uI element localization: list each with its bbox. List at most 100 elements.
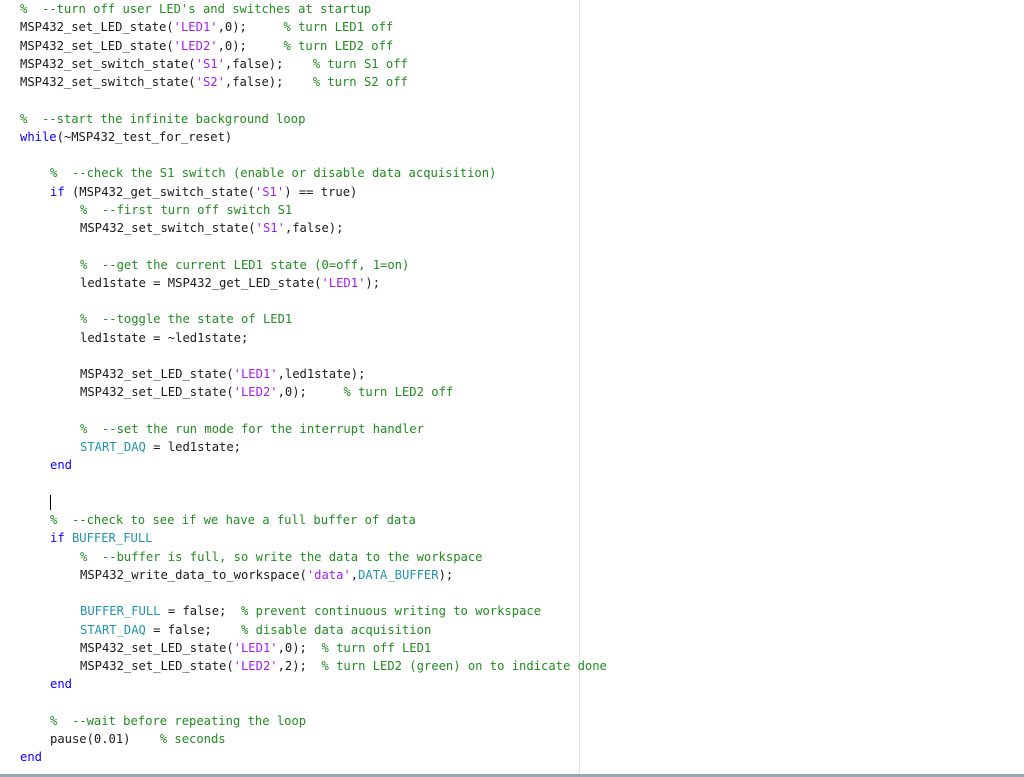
- code-line[interactable]: START_DAQ = false; % disable data acquis…: [80, 621, 431, 639]
- keyword: while: [20, 129, 57, 144]
- code-line[interactable]: START_DAQ = led1state;: [80, 438, 241, 456]
- variable: START_DAQ: [80, 440, 146, 454]
- string-literal: 'LED2': [233, 659, 278, 673]
- code-line[interactable]: MSP432_set_switch_state('S1',false);: [80, 219, 343, 237]
- code-text: (~MSP432_test_for_reset): [56, 129, 233, 144]
- code-line[interactable]: MSP432_set_LED_state('LED1',led1state);: [80, 365, 365, 383]
- code-text: );: [365, 275, 381, 290]
- keyword: end: [50, 458, 72, 473]
- code-line[interactable]: MSP432_set_LED_state('LED1',0); % turn L…: [20, 18, 393, 36]
- code-text: MSP432_set_switch_state(: [80, 221, 256, 235]
- comment: % turn LED2 (green) on to indicate done: [321, 659, 607, 673]
- comment: % turn off LED1: [321, 640, 432, 655]
- code-text: ,0);: [277, 640, 322, 655]
- string-literal: 'LED2': [173, 38, 218, 53]
- comment: % --check the S1 switch (enable or disab…: [50, 166, 497, 181]
- string-literal: 'LED1': [233, 640, 278, 655]
- code-line[interactable]: MSP432_set_switch_state('S2',false); % t…: [20, 73, 408, 91]
- code-text: ,false);: [284, 221, 344, 235]
- code-line[interactable]: end: [50, 675, 72, 693]
- string-literal: 'S2': [195, 75, 225, 89]
- code-line[interactable]: MSP432_set_switch_state('S1',false); % t…: [20, 55, 408, 73]
- variable: DATA_BUFFER: [358, 567, 439, 582]
- comment: % --buffer is full, so write the data to…: [80, 549, 483, 564]
- variable: BUFFER_FULL: [71, 531, 153, 546]
- code-editor[interactable]: % --turn off user LED's and switches at …: [0, 0, 1024, 777]
- string-literal: 'S1': [255, 221, 285, 235]
- code-text: ,false);: [224, 75, 313, 89]
- code-text: ,2);: [277, 659, 322, 673]
- keyword: if: [50, 184, 65, 199]
- code-line[interactable]: end: [20, 748, 42, 766]
- code-line[interactable]: MSP432_write_data_to_workspace('data',DA…: [80, 566, 453, 584]
- string-literal: 'data': [306, 567, 351, 582]
- code-line[interactable]: MSP432_set_LED_state('LED2',2); % turn L…: [80, 657, 607, 675]
- string-literal: 'S1': [254, 184, 285, 199]
- code-text: led1state = ~led1state;: [80, 330, 249, 345]
- code-line[interactable]: % --check to see if we have a full buffe…: [50, 511, 416, 529]
- code-text: ,0);: [217, 20, 284, 35]
- code-line[interactable]: led1state = MSP432_get_LED_state('LED1')…: [80, 274, 380, 292]
- code-text: = led1state;: [145, 440, 241, 454]
- code-text: ,: [350, 567, 359, 582]
- code-line[interactable]: % --buffer is full, so write the data to…: [80, 548, 482, 566]
- code-line[interactable]: % --set the run mode for the interrupt h…: [80, 420, 424, 438]
- code-line[interactable]: % --wait before repeating the loop: [50, 712, 306, 730]
- code-line[interactable]: % --get the current LED1 state (0=off, 1…: [80, 256, 409, 274]
- comment: % turn LED2 off: [343, 385, 454, 400]
- code-text: MSP432_set_LED_state(: [80, 367, 234, 381]
- code-text: ) == true): [284, 184, 358, 199]
- code-text: );: [438, 567, 454, 582]
- code-text: pause(0.01): [50, 732, 160, 746]
- code-text: MSP432_set_LED_state(: [80, 640, 234, 655]
- code-line[interactable]: % --toggle the state of LED1: [80, 310, 292, 328]
- comment: % turn S1 off: [312, 56, 408, 71]
- code-line[interactable]: BUFFER_FULL = false; % prevent continuou…: [80, 602, 541, 620]
- string-literal: 'LED1': [173, 20, 218, 35]
- comment: % --toggle the state of LED1: [80, 312, 293, 327]
- code-text: = false;: [145, 622, 241, 637]
- comment: % --first turn off switch S1: [80, 202, 293, 217]
- code-text: MSP432_set_switch_state(: [20, 56, 196, 71]
- code-line[interactable]: % --turn off user LED's and switches at …: [20, 0, 371, 18]
- code-text: MSP432_set_LED_state(: [20, 20, 174, 35]
- code-text: MSP432_write_data_to_workspace(: [80, 567, 307, 582]
- string-literal: 'LED1': [233, 367, 278, 381]
- code-line[interactable]: end: [50, 456, 72, 474]
- code-text: ,led1state);: [277, 367, 366, 381]
- variable: START_DAQ: [80, 622, 146, 637]
- code-text: ,0);: [277, 385, 344, 400]
- comment: % --turn off user LED's and switches at …: [20, 2, 372, 16]
- code-line[interactable]: MSP432_set_LED_state('LED1',0); % turn o…: [80, 639, 431, 657]
- keyword: end: [20, 750, 42, 765]
- comment: % disable data acquisition: [241, 622, 432, 637]
- code-line[interactable]: MSP432_set_LED_state('LED2',0); % turn L…: [80, 383, 453, 401]
- comment: % --set the run mode for the interrupt h…: [80, 421, 424, 436]
- code-text: (MSP432_get_switch_state(: [64, 184, 255, 199]
- code-line[interactable]: % --start the infinite background loop: [20, 110, 305, 128]
- code-line[interactable]: if BUFFER_FULL: [50, 529, 152, 547]
- code-text: ,false);: [224, 56, 313, 71]
- comment: % --start the infinite background loop: [20, 111, 306, 126]
- variable: BUFFER_FULL: [80, 604, 161, 619]
- code-line[interactable]: % --first turn off switch S1: [80, 201, 292, 219]
- code-text: led1state = MSP432_get_LED_state(: [80, 275, 322, 290]
- code-text: ,0);: [217, 38, 284, 53]
- comment: % prevent continuous writing to workspac…: [241, 604, 542, 619]
- code-line[interactable]: if (MSP432_get_switch_state('S1') == tru…: [50, 183, 357, 201]
- comment: % turn S2 off: [312, 75, 408, 89]
- comment: % turn LED1 off: [283, 20, 394, 35]
- code-text: MSP432_set_switch_state(: [20, 75, 196, 89]
- code-line[interactable]: % --check the S1 switch (enable or disab…: [50, 164, 496, 182]
- code-line[interactable]: pause(0.01) % seconds: [50, 730, 226, 748]
- code-text: MSP432_set_LED_state(: [80, 385, 234, 400]
- code-line[interactable]: led1state = ~led1state;: [80, 329, 248, 347]
- comment: % turn LED2 off: [283, 38, 394, 53]
- comment: % seconds: [159, 732, 226, 746]
- keyword: if: [50, 531, 65, 546]
- code-line[interactable]: MSP432_set_LED_state('LED2',0); % turn L…: [20, 37, 393, 55]
- code-line[interactable]: while(~MSP432_test_for_reset): [20, 128, 232, 146]
- comment: % --check to see if we have a full buffe…: [50, 513, 416, 527]
- string-literal: 'S1': [195, 56, 225, 71]
- comment: % --wait before repeating the loop: [50, 713, 307, 728]
